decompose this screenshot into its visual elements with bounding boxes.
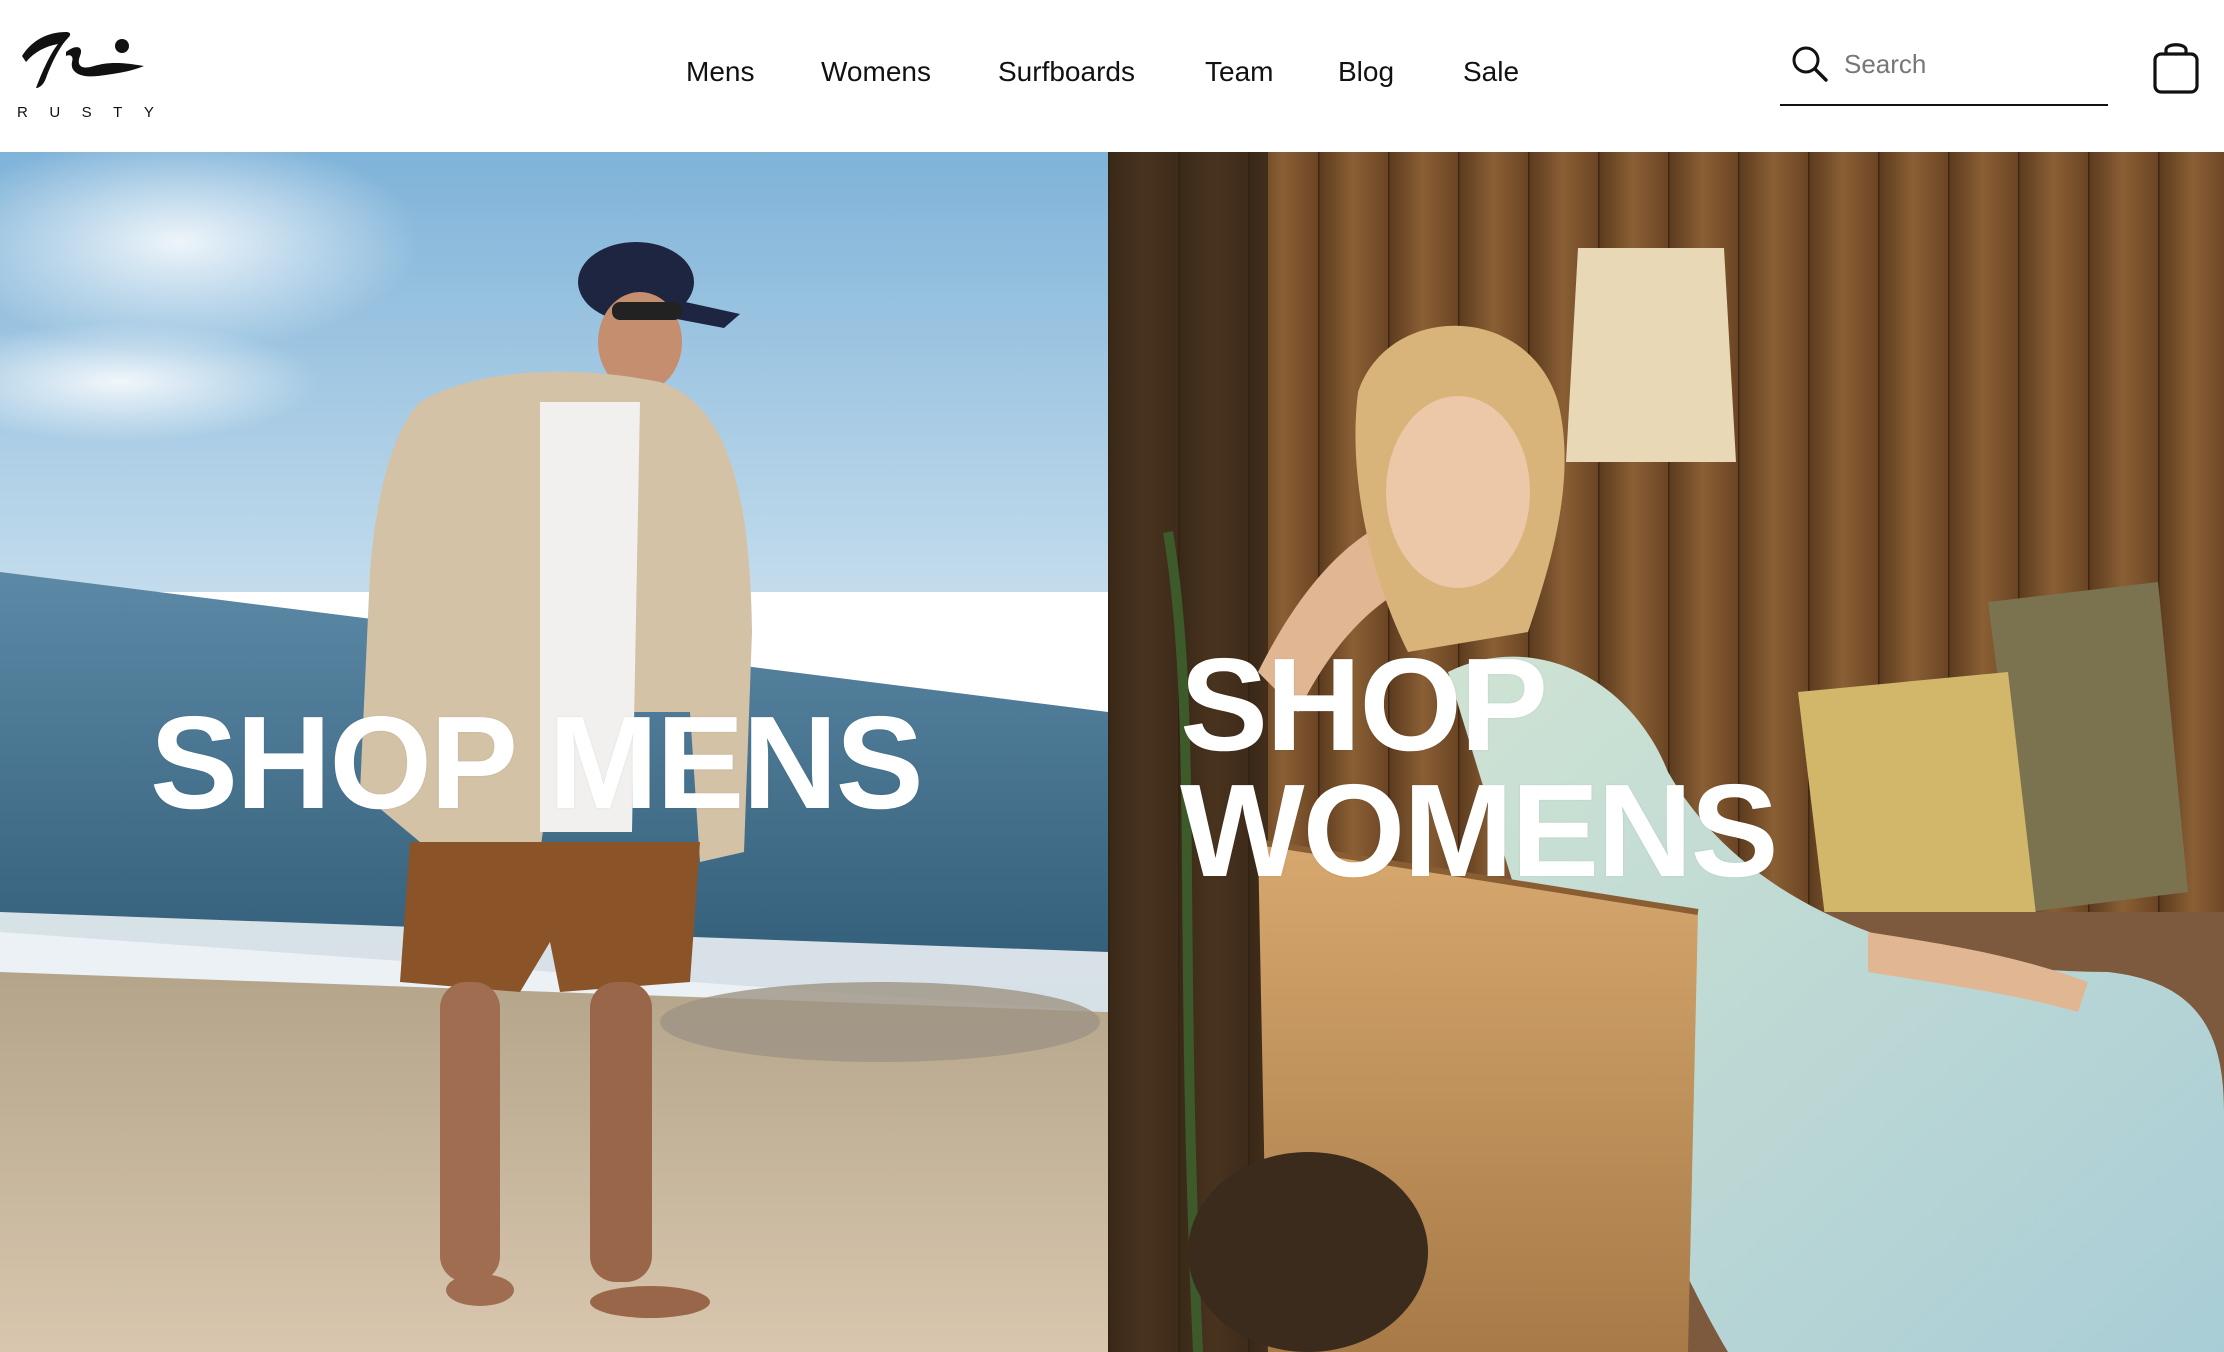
nav-item-womens[interactable]: Womens — [821, 52, 931, 92]
cart-button[interactable] — [2150, 38, 2202, 96]
brand-wordmark: RUSTY — [17, 104, 176, 121]
shop-womens-cta[interactable]: SHOP WOMENS — [1180, 631, 1779, 904]
shop-mens-cta[interactable]: SHOP MENS — [150, 697, 924, 829]
shopping-bag-icon — [2153, 43, 2199, 94]
nav-item-surfboards[interactable]: Surfboards — [998, 52, 1135, 92]
nav-item-team[interactable]: Team — [1205, 52, 1273, 92]
nav-item-sale[interactable]: Sale — [1463, 52, 1519, 92]
nav-item-blog[interactable]: Blog — [1338, 52, 1394, 92]
site-header: RUSTY Mens Womens Surfboards Team Blog S… — [0, 0, 2224, 152]
shop-mens-panel[interactable]: SHOP MENS — [0, 152, 1108, 1352]
search-icon[interactable] — [1790, 44, 1830, 84]
shop-womens-cta-line1: SHOP — [1180, 631, 1548, 778]
search-input[interactable] — [1844, 42, 2100, 86]
shop-womens-panel[interactable]: SHOP WOMENS — [1108, 152, 2224, 1352]
search-bar — [1780, 40, 2108, 106]
shop-womens-cta-line2: WOMENS — [1180, 757, 1779, 904]
nav-item-mens[interactable]: Mens — [686, 52, 754, 92]
